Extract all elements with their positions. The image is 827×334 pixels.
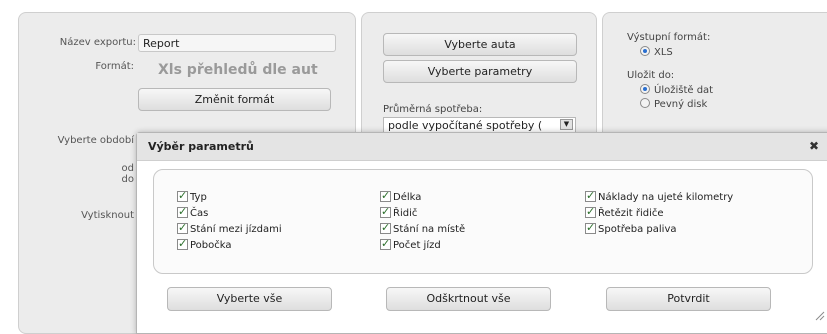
print-label: Vytisknout xyxy=(81,210,134,221)
change-format-button[interactable]: Změnit formát xyxy=(138,88,331,111)
param-typ[interactable]: Typ xyxy=(177,189,207,203)
param-delka[interactable]: Délka xyxy=(380,189,422,203)
param-label: Počet jízd xyxy=(393,240,441,251)
checkbox-checked-icon[interactable] xyxy=(380,221,391,234)
param-label: Spotřeba paliva xyxy=(598,224,677,235)
radio-unselected-icon[interactable] xyxy=(640,98,650,108)
param-pocet-jizd[interactable]: Počet jízd xyxy=(380,237,441,251)
checkbox-checked-icon[interactable] xyxy=(585,189,596,202)
parameter-group xyxy=(153,169,813,274)
from-label: od xyxy=(121,163,134,174)
param-stani-na-miste[interactable]: Stání na místě xyxy=(380,221,466,235)
avg-consumption-label: Průměrná spotřeba: xyxy=(383,104,483,115)
checkbox-checked-icon[interactable] xyxy=(177,237,188,250)
param-retezit-ridice[interactable]: Řetězit řidiče xyxy=(585,205,664,219)
param-label: Čas xyxy=(190,208,209,219)
confirm-button[interactable]: Potvrdit xyxy=(606,287,771,311)
checkbox-checked-icon[interactable] xyxy=(380,237,391,250)
close-icon[interactable]: ✖ xyxy=(809,139,819,153)
radio-selected-icon[interactable] xyxy=(640,84,650,94)
resize-handle-icon[interactable] xyxy=(815,311,825,321)
uncheck-all-button[interactable]: Odškrtnout vše xyxy=(386,287,551,311)
checkbox-checked-icon[interactable] xyxy=(380,189,391,202)
avg-consumption-select[interactable]: podle vypočítané spotřeby ( ▼ xyxy=(383,117,576,133)
select-parameters-button[interactable]: Vyberte parametry xyxy=(383,60,577,83)
save-option-disk-label: Pevný disk xyxy=(654,99,708,110)
save-option-storage-label: Úložiště dat xyxy=(654,85,714,96)
param-label: Pobočka xyxy=(190,240,232,251)
save-option-disk[interactable]: Pevný disk xyxy=(640,98,707,110)
checkbox-checked-icon[interactable] xyxy=(585,205,596,218)
checkbox-checked-icon[interactable] xyxy=(380,205,391,218)
param-label: Řidič xyxy=(393,208,418,219)
dialog-title: Výběr parametrů xyxy=(148,140,254,153)
param-cas[interactable]: Čas xyxy=(177,205,209,219)
select-all-button[interactable]: Vyberte vše xyxy=(167,287,332,311)
export-name-input[interactable]: Report xyxy=(138,34,336,52)
to-label: do xyxy=(121,174,134,185)
avg-consumption-value: podle vypočítané spotřeby ( xyxy=(388,119,543,132)
param-ridic[interactable]: Řidič xyxy=(380,205,418,219)
save-option-storage[interactable]: Úložiště dat xyxy=(640,84,713,96)
radio-selected-icon[interactable] xyxy=(640,46,650,56)
param-label: Typ xyxy=(190,192,207,203)
export-name-label: Název exportu: xyxy=(59,37,136,48)
checkbox-checked-icon[interactable] xyxy=(177,189,188,202)
checkbox-checked-icon[interactable] xyxy=(585,221,596,234)
save-to-label: Uložit do: xyxy=(627,70,675,81)
checkbox-checked-icon[interactable] xyxy=(177,205,188,218)
param-label: Řetězit řidiče xyxy=(598,208,664,219)
param-spotreba-paliva[interactable]: Spotřeba paliva xyxy=(585,221,677,235)
period-label: Vyberte období xyxy=(57,135,134,146)
dropdown-arrow-icon[interactable]: ▼ xyxy=(560,119,573,130)
format-label: Formát: xyxy=(95,61,134,72)
output-format-xls-label: XLS xyxy=(654,47,673,58)
parameter-dialog: Výběr parametrů ✖ Typ Čas Stání mezi jíz… xyxy=(136,132,827,334)
checkbox-checked-icon[interactable] xyxy=(177,221,188,234)
param-pobocka[interactable]: Pobočka xyxy=(177,237,232,251)
format-value: Xls přehledů dle aut xyxy=(158,62,318,78)
param-label: Délka xyxy=(393,192,422,203)
output-format-option[interactable]: XLS xyxy=(640,46,673,58)
select-cars-button[interactable]: Vyberte auta xyxy=(383,33,577,56)
param-stani-mezi-jizdami[interactable]: Stání mezi jízdami xyxy=(177,221,282,235)
param-label: Stání na místě xyxy=(393,224,466,235)
param-naklady-na-km[interactable]: Náklady na ujeté kilometry xyxy=(585,189,734,203)
param-label: Stání mezi jízdami xyxy=(190,224,282,235)
output-format-label: Výstupní formát: xyxy=(627,32,711,43)
dialog-titlebar[interactable]: Výběr parametrů ✖ xyxy=(137,133,827,161)
param-label: Náklady na ujeté kilometry xyxy=(598,192,734,203)
